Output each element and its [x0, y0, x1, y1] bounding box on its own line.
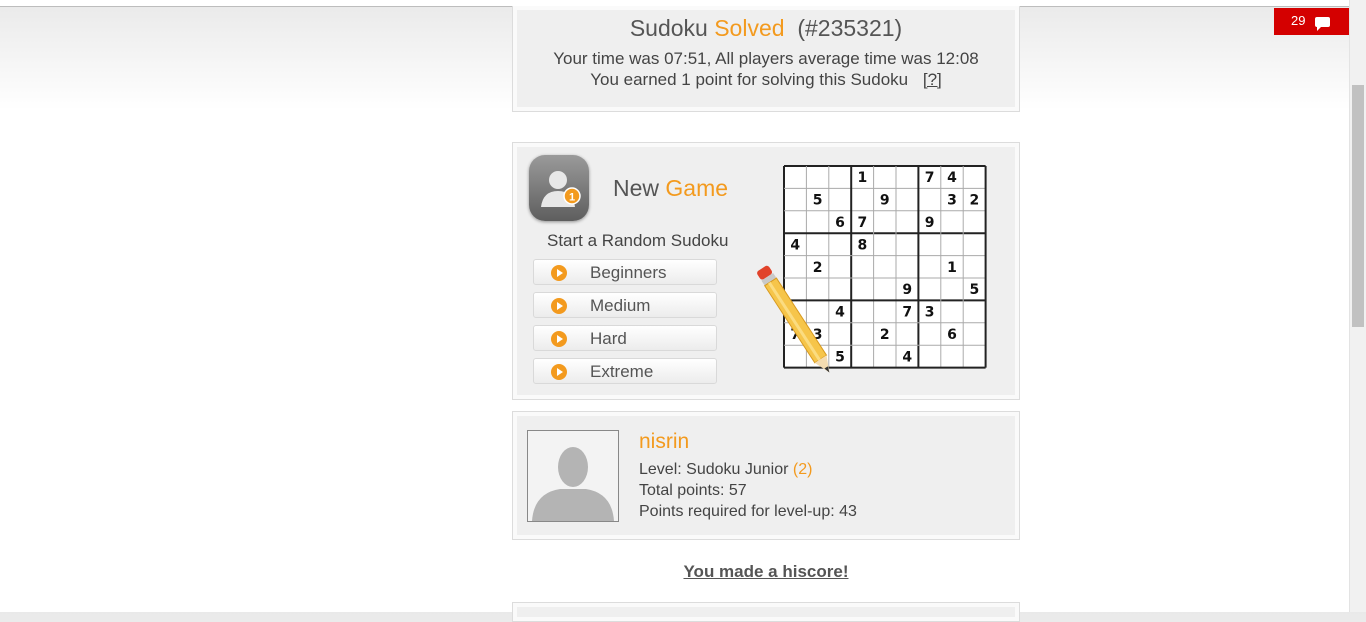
extreme-button[interactable]: Extreme — [533, 358, 717, 384]
grid-digit: 3 — [947, 193, 957, 209]
avatar[interactable] — [527, 430, 619, 522]
solved-title: Sudoku Solved (#235321) — [513, 15, 1019, 42]
grid-digit: 1 — [858, 170, 868, 186]
grid-digit: 8 — [858, 237, 868, 253]
grid-digit: 2 — [880, 327, 890, 343]
grid-digit: 6 — [947, 327, 957, 343]
next-panel — [512, 602, 1020, 622]
play-icon — [551, 265, 567, 281]
level-label: Level: Sudoku Junior — [639, 461, 789, 478]
grid-digit: 9 — [925, 215, 935, 231]
username[interactable]: nisrin — [639, 430, 689, 454]
grid-digit: 9 — [880, 193, 890, 209]
grid-digit: 6 — [835, 215, 845, 231]
solved-title-highlight: Solved — [714, 15, 785, 41]
play-icon — [551, 298, 567, 314]
grid-digit: 1 — [947, 260, 957, 276]
solved-panel: Sudoku Solved (#235321) Your time was 07… — [512, 6, 1020, 112]
grid-digit: 4 — [790, 237, 800, 253]
user-badge-icon: 1 — [529, 155, 589, 221]
help-link[interactable]: [?] — [923, 70, 942, 89]
solved-title-prefix: Sudoku — [629, 15, 708, 41]
hiscore-link[interactable]: You made a hiscore! — [512, 562, 1020, 582]
new-game-title-prefix: New — [613, 175, 660, 201]
grid-digit: 4 — [947, 170, 957, 186]
grid-digit: 9 — [902, 282, 912, 298]
level-label: Beginners — [590, 263, 667, 282]
points-earned-line: You earned 1 point for solving this Sudo… — [513, 70, 1019, 90]
new-game-title-highlight: Game — [665, 175, 729, 201]
level-number: (2) — [792, 461, 813, 478]
play-icon — [551, 364, 567, 380]
level-label: Medium — [590, 296, 651, 315]
level-line: Level: Sudoku Junior (2) — [639, 461, 812, 479]
start-random-label: Start a Random Sudoku — [547, 231, 729, 250]
default-avatar-icon — [532, 447, 614, 521]
grid-digit: 4 — [902, 349, 912, 365]
grid-digit: 7 — [858, 215, 868, 231]
badge-number: 1 — [569, 192, 575, 204]
new-game-panel: 1 New Game Start a Random Sudoku Beginne… — [512, 142, 1020, 400]
puzzle-id: (#235321) — [797, 15, 903, 41]
profile-panel: nisrin Level: Sudoku Junior (2) Total po… — [512, 411, 1020, 540]
new-game-title: New Game — [613, 175, 728, 202]
time-text: Your time was 07:51, All players average… — [553, 49, 979, 68]
beginners-button[interactable]: Beginners — [533, 259, 717, 285]
scrollbar-thumb[interactable] — [1352, 85, 1364, 327]
grid-digit: 7 — [902, 305, 912, 321]
grid-digit: 2 — [970, 193, 980, 209]
notifications-button[interactable]: 29 — [1274, 8, 1349, 35]
level-label: Extreme — [590, 362, 654, 381]
level-label: Hard — [590, 329, 627, 348]
hard-button[interactable]: Hard — [533, 325, 717, 351]
vertical-scrollbar[interactable] — [1349, 0, 1366, 612]
total-points: Total points: 57 — [639, 482, 747, 499]
grid-digit: 7 — [925, 170, 935, 186]
grid-digit: 3 — [925, 305, 935, 321]
grid-digit: 5 — [813, 193, 823, 209]
notification-count: 29 — [1291, 13, 1306, 28]
medium-button[interactable]: Medium — [533, 292, 717, 318]
pencil-icon — [757, 265, 830, 373]
grid-digit: 5 — [970, 282, 980, 298]
play-icon — [551, 331, 567, 347]
points-required: Points required for level-up: 43 — [639, 503, 857, 520]
chat-bubble-icon — [1315, 17, 1330, 31]
points-earned-text: You earned 1 point for solving this Sudo… — [590, 70, 909, 89]
